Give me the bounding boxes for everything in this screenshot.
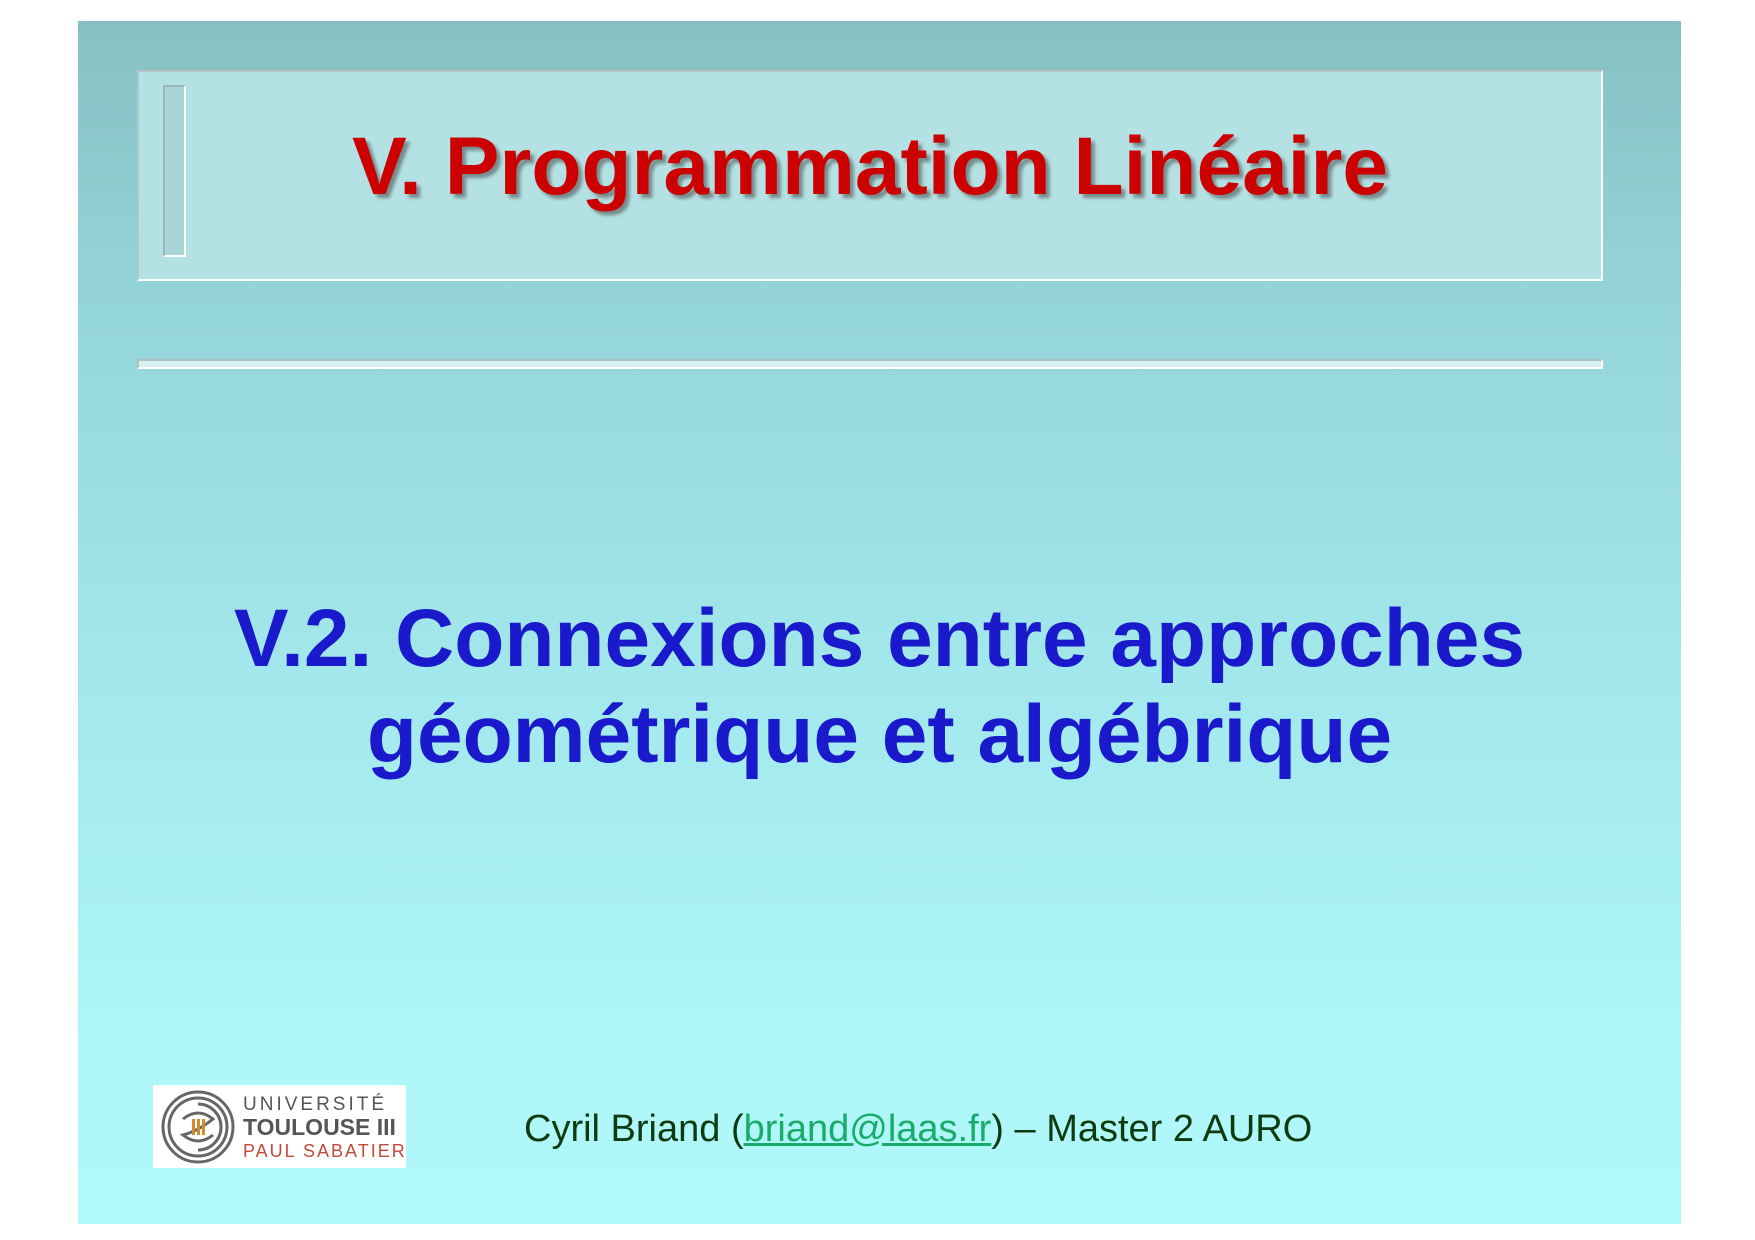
subtitle-line-1: V.2. Connexions entre approches: [233, 593, 1526, 684]
logo-text-toulouse: TOULOUSE III: [243, 1114, 396, 1140]
footer-author: Cyril Briand (: [524, 1108, 744, 1150]
logo-text-universite: UNIVERSITÉ: [243, 1094, 388, 1115]
title-box: V. Programmation Linéaire: [137, 70, 1603, 281]
footer-credit: Cyril Briand (briand@laas.fr) – Master 2…: [524, 1107, 1312, 1151]
footer-course: ) – Master 2 AURO: [991, 1108, 1313, 1150]
logo-text-paul-sabatier: PAUL SABATIER: [243, 1141, 407, 1161]
slide-subtitle: V.2. Connexions entre approches géométri…: [78, 591, 1681, 783]
university-emblem-icon: [161, 1090, 235, 1164]
subtitle-line-2: géométrique et algébrique: [366, 689, 1393, 780]
divider-rule: [137, 359, 1603, 369]
slide: V. Programmation Linéaire V.2. Connexion…: [78, 21, 1681, 1224]
email-link[interactable]: briand@laas.fr: [744, 1108, 992, 1150]
slide-title: V. Programmation Linéaire: [352, 121, 1388, 212]
university-logo: UNIVERSITÉ TOULOUSE III PAUL SABATIER: [153, 1085, 406, 1168]
